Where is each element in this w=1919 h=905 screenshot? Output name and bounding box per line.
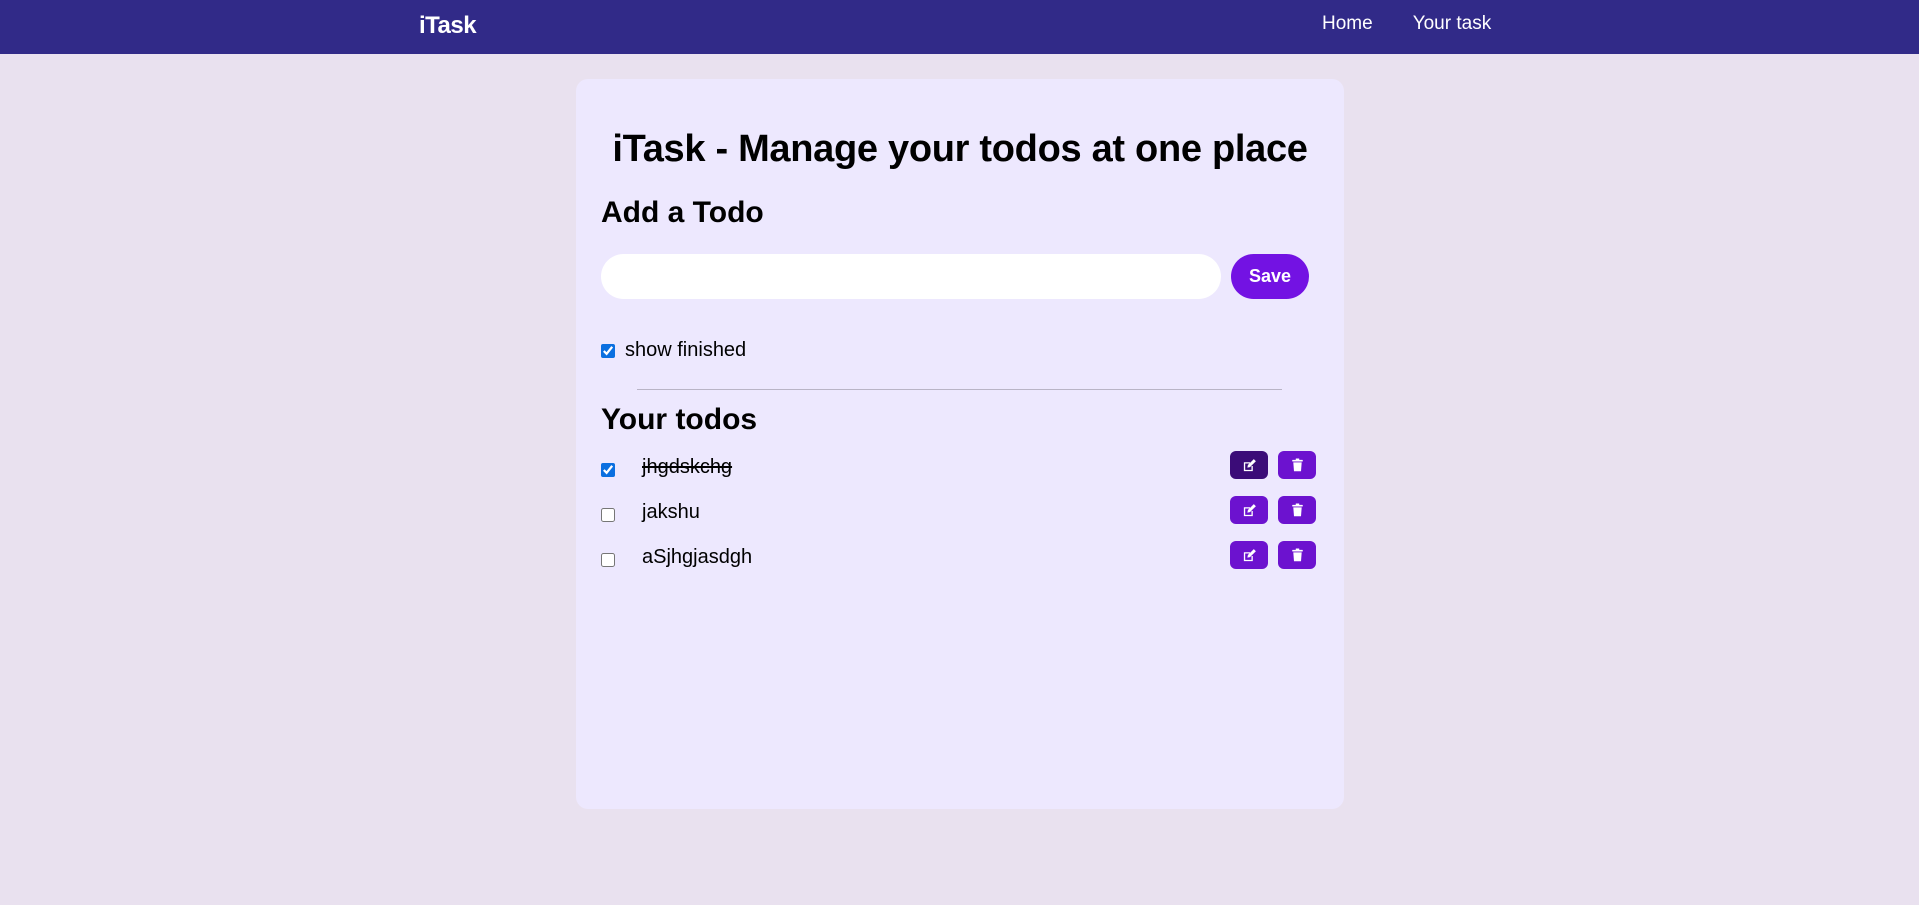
show-finished-toggle[interactable]: show finished xyxy=(601,339,746,362)
trash-icon xyxy=(1291,458,1303,472)
show-finished-checkbox[interactable] xyxy=(601,343,615,358)
nav-link-your-task[interactable]: Your task xyxy=(1413,13,1492,35)
navbar: iTask Home Your task xyxy=(0,0,1919,54)
todo-text: jhgdskchg xyxy=(642,456,733,478)
todo-actions xyxy=(1230,496,1316,524)
todo-item: jhgdskchg xyxy=(601,451,1316,499)
todo-checkbox[interactable] xyxy=(601,463,615,477)
edit-button[interactable] xyxy=(1230,451,1268,479)
delete-button[interactable] xyxy=(1278,496,1316,524)
page-title: iTask - Manage your todos at one place xyxy=(612,128,1308,170)
todo-text: aSjhgjasdgh xyxy=(642,546,753,568)
your-todos-heading: Your todos xyxy=(601,403,758,436)
edit-button[interactable] xyxy=(1230,541,1268,569)
save-button[interactable]: Save xyxy=(1231,254,1309,299)
delete-button[interactable] xyxy=(1278,451,1316,479)
edit-icon xyxy=(1243,503,1256,516)
trash-icon xyxy=(1291,503,1303,517)
trash-icon xyxy=(1291,548,1303,562)
add-todo-heading: Add a Todo xyxy=(601,196,764,229)
divider xyxy=(637,389,1282,390)
brand-logo[interactable]: iTask xyxy=(419,12,477,40)
todo-card: iTask - Manage your todos at one place A… xyxy=(576,79,1344,809)
edit-icon xyxy=(1243,548,1256,561)
todo-checkbox[interactable] xyxy=(601,508,615,522)
nav-link-home[interactable]: Home xyxy=(1322,13,1373,35)
todo-list: jhgdskchg jakshu aSjhgjasdgh xyxy=(601,451,1316,589)
edit-button[interactable] xyxy=(1230,496,1268,524)
edit-icon xyxy=(1243,458,1256,471)
todo-input[interactable] xyxy=(601,254,1221,299)
todo-text: jakshu xyxy=(642,501,700,523)
todo-item: aSjhgjasdgh xyxy=(601,541,1316,589)
todo-actions xyxy=(1230,541,1316,569)
todo-actions xyxy=(1230,451,1316,479)
todo-checkbox[interactable] xyxy=(601,553,615,567)
show-finished-label: show finished xyxy=(625,339,747,361)
delete-button[interactable] xyxy=(1278,541,1316,569)
todo-item: jakshu xyxy=(601,496,1316,544)
nav-links: Home Your task xyxy=(1322,13,1491,35)
